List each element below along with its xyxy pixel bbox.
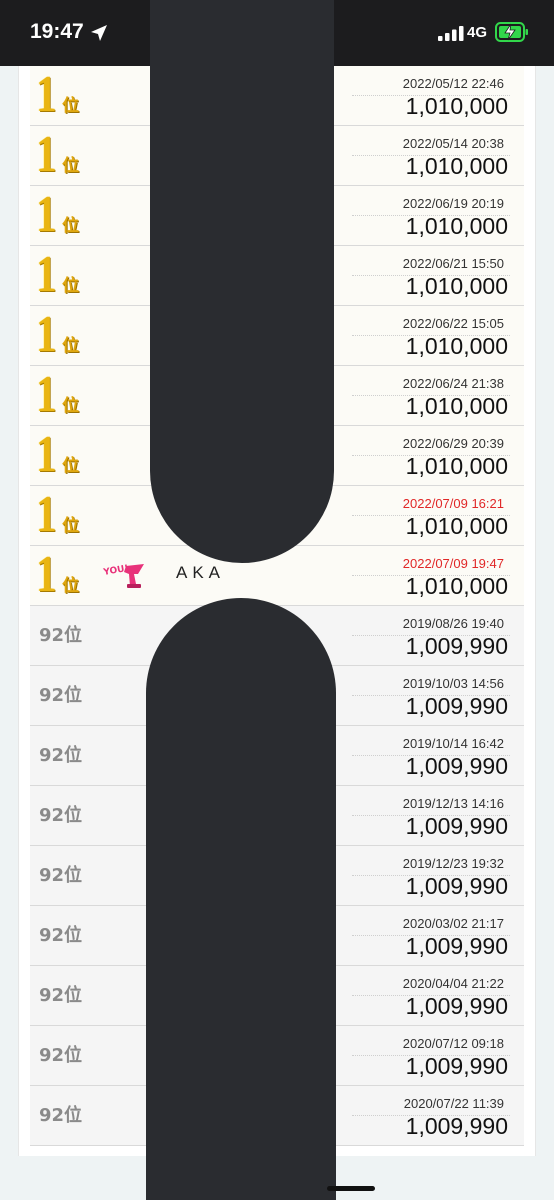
play-date: 2022/06/22 15:05 (402, 316, 504, 331)
score-value: 1,009,990 (405, 753, 508, 779)
play-date: 2019/08/26 19:40 (402, 616, 504, 631)
rank-suffix: 位 (62, 96, 79, 116)
location-arrow-icon (91, 25, 107, 41)
score-value: 1,010,000 (405, 393, 508, 419)
rank-first-place-icon: 1位 (36, 486, 79, 543)
rank-first-place-icon: 1位 (36, 66, 79, 123)
play-date: 2020/07/12 09:18 (402, 1036, 504, 1051)
network-type-label: 4G (467, 24, 488, 41)
score-value: 1,009,990 (405, 693, 508, 719)
rank-number: 1 (36, 186, 57, 243)
rank-suffix: 位 (62, 456, 79, 476)
status-time: 19:47 (30, 20, 84, 43)
rank-suffix: 位 (62, 216, 79, 236)
play-date: 2022/06/21 15:50 (402, 256, 504, 271)
rank-first-place-icon: 1位 (36, 186, 79, 243)
play-date: 2022/07/09 19:47 (402, 556, 504, 571)
play-date: 2022/06/29 20:39 (402, 436, 504, 451)
rank-suffix: 位 (62, 516, 79, 536)
rank-number: 1 (36, 246, 57, 303)
score-value: 1,009,990 (405, 1113, 508, 1139)
rank-number: 1 (36, 126, 57, 183)
rank-label: 92位 (39, 865, 83, 886)
home-indicator (327, 1186, 375, 1191)
rank-label: 92位 (39, 925, 83, 946)
player-name: AKA (176, 563, 226, 582)
play-date: 2022/07/09 16:21 (402, 496, 504, 511)
rank-first-place-icon: 1位 (36, 126, 79, 183)
play-date: 2020/03/02 21:17 (402, 916, 504, 931)
play-date: 2019/12/23 19:32 (402, 856, 504, 871)
rank-number: 1 (36, 486, 57, 543)
score-value: 1,009,990 (405, 813, 508, 839)
play-date: 2019/10/14 16:42 (402, 736, 504, 751)
rank-first-place-icon: 1位 (36, 306, 79, 363)
rank-first-place-icon: 1位 (36, 366, 79, 423)
score-value: 1,010,000 (405, 153, 508, 179)
cellular-signal-icon (438, 26, 464, 41)
score-value: 1,009,990 (405, 1053, 508, 1079)
rank-label: 92位 (39, 685, 83, 706)
battery-charging-icon (495, 22, 528, 42)
score-value: 1,009,990 (405, 633, 508, 659)
score-value: 1,010,000 (405, 93, 508, 119)
rank-first-place-icon: 1位 (36, 246, 79, 303)
rank-label: 92位 (39, 985, 83, 1006)
score-value: 1,010,000 (405, 573, 508, 599)
redaction-overlay-bottom (146, 598, 336, 1200)
play-date: 2020/04/04 21:22 (402, 976, 504, 991)
rank-first-place-icon: 1位 (36, 426, 79, 483)
score-value: 1,010,000 (405, 453, 508, 479)
you-trophy-badge-icon: YOU! (102, 564, 144, 588)
score-value: 1,010,000 (405, 213, 508, 239)
play-date: 2020/07/22 11:39 (403, 1096, 504, 1111)
score-value: 1,009,990 (405, 993, 508, 1019)
rank-first-place-icon: 1位 (36, 546, 79, 603)
rank-label: 92位 (39, 1045, 83, 1066)
score-value: 1,009,990 (405, 873, 508, 899)
score-value: 1,010,000 (405, 513, 508, 539)
rank-label: 92位 (39, 625, 83, 646)
rank-suffix: 位 (62, 336, 79, 356)
rank-label: 92位 (39, 805, 83, 826)
score-value: 1,010,000 (405, 273, 508, 299)
play-date: 2022/06/24 21:38 (402, 376, 504, 391)
score-value: 1,009,990 (405, 933, 508, 959)
play-date: 2022/06/19 20:19 (402, 196, 504, 211)
rank-suffix: 位 (62, 156, 79, 176)
rank-number: 1 (36, 66, 57, 123)
redaction-overlay-top (150, 0, 334, 563)
play-date: 2019/12/13 14:16 (402, 796, 504, 811)
play-date: 2019/10/03 14:56 (402, 676, 504, 691)
score-value: 1,010,000 (405, 333, 508, 359)
you-badge-text: YOU! (102, 564, 129, 578)
rank-suffix: 位 (62, 396, 79, 416)
rank-number: 1 (36, 366, 57, 423)
play-date: 2022/05/14 20:38 (402, 136, 504, 151)
rank-number: 1 (36, 546, 57, 603)
rank-label: 92位 (39, 1105, 83, 1126)
rank-suffix: 位 (62, 276, 79, 296)
play-date: 2022/05/12 22:46 (402, 76, 504, 91)
rank-suffix: 位 (62, 576, 79, 596)
rank-number: 1 (36, 306, 57, 363)
rank-label: 92位 (39, 745, 83, 766)
rank-number: 1 (36, 426, 57, 483)
